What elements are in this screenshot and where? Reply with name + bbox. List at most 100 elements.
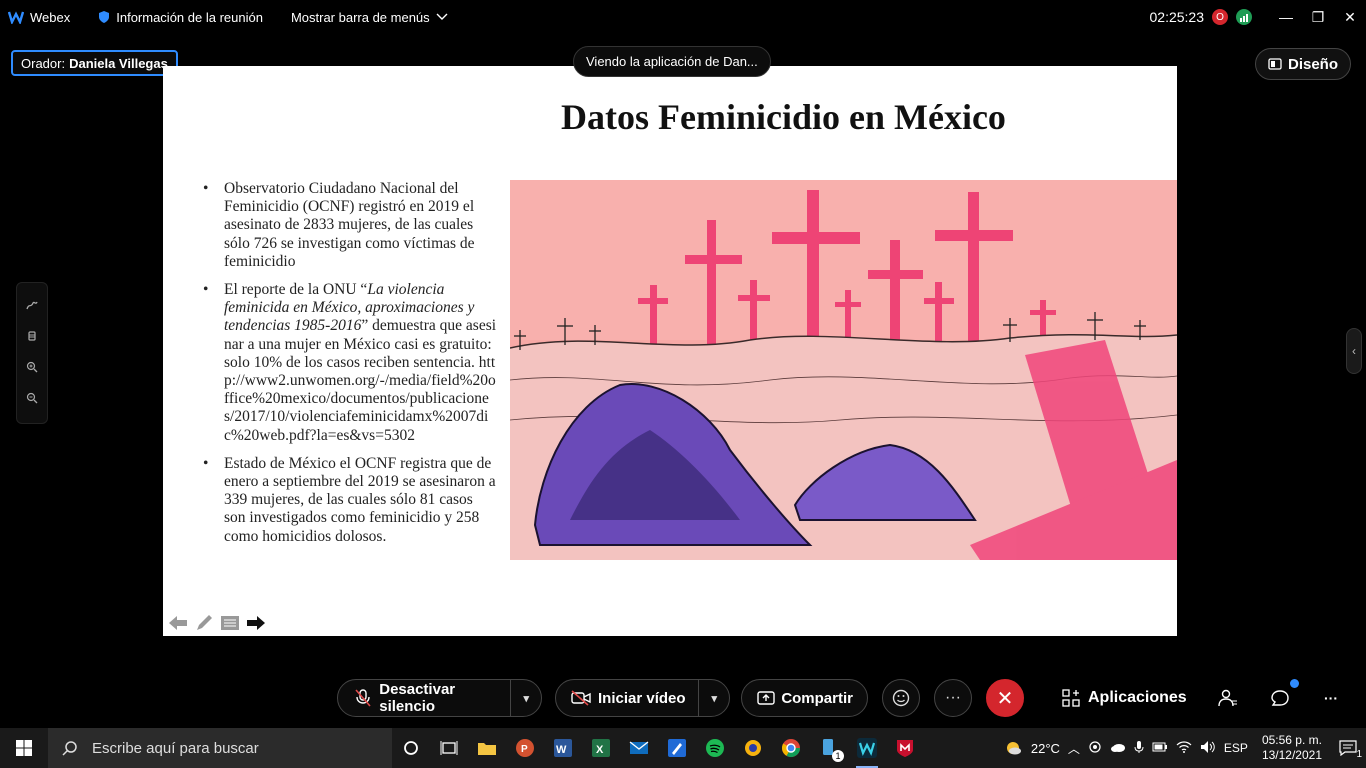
slide-title: Datos Feminicidio en México	[561, 97, 1006, 137]
speaker-name: Daniela Villegas	[69, 55, 168, 71]
next-slide-button[interactable]	[245, 612, 267, 634]
chevron-down-icon	[436, 13, 448, 20]
active-speaker-badge: Orador: Daniela Villegas	[11, 50, 178, 76]
weather-sun-icon	[1006, 742, 1021, 755]
search-placeholder: Escribe aquí para buscar	[92, 739, 259, 757]
side-panel-toggle[interactable]: ‹	[1346, 328, 1362, 374]
windows-logo-icon	[16, 740, 32, 756]
cortana-icon[interactable]	[392, 728, 430, 768]
taskbar-count-badge: 1	[832, 750, 844, 762]
spotify-icon[interactable]	[696, 728, 734, 768]
chevron-left-icon: ‹	[1352, 344, 1356, 358]
audio-app-icon[interactable]	[734, 728, 772, 768]
reactions-button[interactable]	[882, 679, 920, 717]
taskbar-date: 13/12/2021	[1261, 748, 1322, 762]
bullet-text: Observatorio Ciudadano Nacional del Femi…	[224, 180, 475, 270]
apps-button[interactable]: Aplicaciones	[1062, 679, 1187, 717]
minimize-button[interactable]: —	[1270, 0, 1302, 34]
onedrive-icon[interactable]	[1110, 741, 1126, 756]
eraser-icon[interactable]	[26, 330, 38, 345]
previous-slide-button[interactable]	[167, 612, 189, 634]
slide-menu-button[interactable]	[219, 612, 241, 634]
video-off-icon	[570, 690, 592, 706]
search-icon	[62, 741, 77, 756]
layout-label: Diseño	[1287, 55, 1338, 73]
unmute-button[interactable]: Desactivar silencio ▾	[337, 679, 542, 717]
svg-text:P: P	[521, 744, 528, 755]
file-explorer-icon[interactable]	[468, 728, 506, 768]
wifi-icon[interactable]	[1176, 740, 1192, 756]
layout-button[interactable]: Diseño	[1254, 48, 1351, 80]
show-menu-bar-button[interactable]: Mostrar barra de menús	[291, 10, 448, 25]
notifications-button[interactable]: 1	[1336, 740, 1362, 760]
share-button[interactable]: Compartir	[741, 679, 868, 717]
start-button[interactable]	[0, 728, 48, 768]
webex-logo-icon	[8, 11, 24, 24]
more-options-button[interactable]: ···	[934, 679, 972, 717]
unmute-label: Desactivar silencio	[379, 681, 456, 715]
svg-text:W: W	[556, 744, 567, 756]
svg-text:X: X	[596, 744, 604, 756]
chrome-icon[interactable]	[772, 728, 810, 768]
apps-icon	[1062, 689, 1080, 707]
chevron-up-icon[interactable]: ︿	[1068, 740, 1080, 757]
restore-button[interactable]: ❐	[1302, 0, 1334, 34]
meeting-controls: Desactivar silencio ▾ Iniciar vídeo ▾ Co…	[0, 668, 1366, 728]
viewing-application-pill[interactable]: Viendo la aplicación de Dan...	[573, 46, 771, 77]
shield-icon	[99, 11, 110, 23]
close-window-button[interactable]: ✕	[1334, 0, 1366, 34]
chevron-down-icon[interactable]: ▾	[510, 679, 529, 717]
volume-icon[interactable]	[1200, 740, 1216, 757]
meeting-timer: 02:25:23	[1149, 9, 1205, 25]
bullet-text-end: ” demuestra que asesinar a una mujer en …	[224, 317, 497, 444]
layout-icon	[1268, 58, 1282, 70]
chevron-down-icon[interactable]: ▾	[698, 679, 717, 717]
title-bar: Webex Información de la reunión Mostrar …	[0, 0, 1366, 34]
participants-button[interactable]	[1218, 679, 1238, 717]
bullet-text-start: El reporte de la ONU “	[224, 281, 368, 299]
menu-toggle-label: Mostrar barra de menús	[290, 9, 430, 25]
viewing-label: Viendo la aplicación de Dan...	[586, 54, 758, 69]
chat-button[interactable]	[1270, 679, 1299, 717]
mail-icon[interactable]	[620, 728, 658, 768]
task-view-icon[interactable]	[430, 728, 468, 768]
app-name: Webex	[30, 9, 71, 25]
start-video-button[interactable]: Iniciar vídeo ▾	[555, 679, 730, 717]
clock-area[interactable]: 05:56 p. m. 13/12/2021	[1262, 733, 1322, 763]
pen-icon[interactable]	[26, 299, 38, 314]
end-meeting-button[interactable]: ✕	[986, 679, 1024, 717]
camera-tray-icon[interactable]	[1088, 740, 1102, 757]
annotation-toolbar	[16, 282, 48, 424]
slide-bullets: Observatorio Ciudadano Nacional del Femi…	[203, 180, 497, 556]
battery-icon[interactable]	[1152, 741, 1168, 756]
zoom-in-icon[interactable]	[26, 361, 38, 376]
bullet-item: El reporte de la ONU “La violencia femin…	[203, 281, 497, 445]
microphone-tray-icon[interactable]	[1134, 740, 1144, 757]
emoji-icon	[892, 689, 910, 707]
slide-navigation	[167, 612, 267, 634]
meeting-info-button[interactable]: Información de la reunión	[98, 10, 263, 25]
bullet-text: Estado de México el OCNF registra que de…	[224, 454, 496, 545]
recording-badge[interactable]: O	[1212, 9, 1228, 25]
participants-icon	[1218, 689, 1237, 707]
taskbar-search[interactable]: Escribe aquí para buscar	[48, 728, 392, 768]
start-video-label: Iniciar vídeo	[598, 689, 686, 707]
shared-slide: Datos Feminicidio en México Observatorio…	[163, 66, 1177, 636]
mcafee-icon[interactable]	[886, 728, 924, 768]
crosses-illustration	[510, 180, 1177, 560]
zoom-out-icon[interactable]	[26, 392, 38, 407]
webex-taskbar-icon[interactable]	[848, 728, 886, 768]
tablet-app-icon[interactable]: 1	[810, 728, 848, 768]
weather-temp[interactable]: 22°C	[1031, 741, 1060, 756]
excel-icon[interactable]: X	[582, 728, 620, 768]
word-icon[interactable]: W	[544, 728, 582, 768]
language-indicator[interactable]: ESP	[1224, 741, 1248, 755]
webex-menu[interactable]: Webex	[8, 10, 70, 25]
powerpoint-icon[interactable]: P	[506, 728, 544, 768]
overflow-button[interactable]: ···	[1324, 679, 1338, 717]
pen-app-icon[interactable]	[658, 728, 696, 768]
stats-icon[interactable]	[1236, 9, 1252, 25]
share-label: Compartir	[781, 689, 853, 707]
apps-label: Aplicaciones	[1088, 689, 1187, 706]
pen-tool-button[interactable]	[193, 612, 215, 634]
